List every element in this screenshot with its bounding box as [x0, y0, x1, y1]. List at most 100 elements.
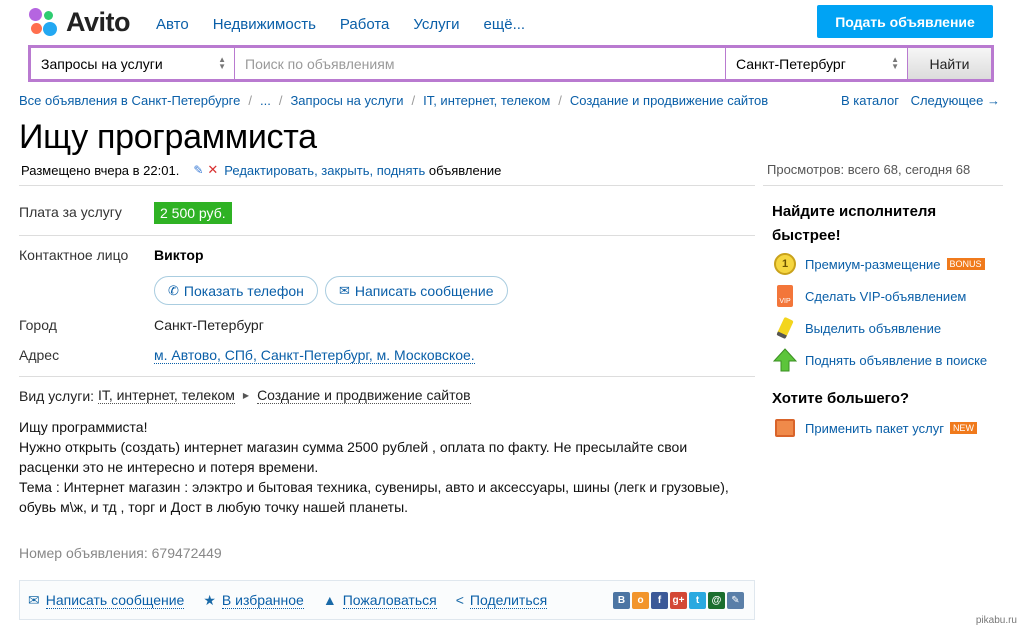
nav-item-realty[interactable]: Недвижимость: [213, 16, 316, 33]
action-favorite[interactable]: ★ В избранное: [203, 592, 304, 609]
breadcrumb-item[interactable]: IT, интернет, телеком: [423, 93, 550, 108]
facebook-icon[interactable]: f: [651, 592, 668, 609]
service-subkind-link[interactable]: Создание и продвижение сайтов: [257, 387, 471, 404]
post-ad-button[interactable]: Подать объявление: [817, 5, 993, 38]
price-badge: 2 500 руб.: [154, 202, 232, 224]
ad-description: Ищу программиста! Нужно открыть (создать…: [19, 417, 749, 517]
breadcrumb-item[interactable]: Все объявления в Санкт-Петербурге: [19, 93, 240, 108]
logo-text: Avito: [66, 6, 131, 37]
category-select[interactable]: Запросы на услуги ▲ ▼: [31, 48, 234, 79]
vip-icon: VIP: [773, 284, 797, 308]
service-kind-link[interactable]: IT, интернет, телеком: [97, 387, 235, 404]
close-x-icon: ✕: [207, 162, 219, 177]
action-complain[interactable]: ▲ Пожаловаться: [323, 592, 437, 609]
select-arrows-icon: ▲ ▼: [891, 55, 899, 71]
nav-item-jobs[interactable]: Работа: [340, 16, 390, 33]
show-phone-button[interactable]: ✆ Показать телефон: [154, 276, 318, 305]
breadcrumb-item[interactable]: ...: [260, 93, 271, 108]
promo-title: Найдите исполнителя быстрее!: [772, 200, 936, 248]
nav-item-auto[interactable]: Авто: [156, 16, 189, 33]
search-input[interactable]: [235, 48, 725, 79]
action-share[interactable]: < Поделиться: [456, 592, 548, 609]
avito-logo[interactable]: Avito: [28, 6, 131, 38]
package-link[interactable]: Применить пакет услуг NEW: [773, 416, 977, 440]
city-value: Санкт-Петербург: [154, 317, 264, 333]
vip-link[interactable]: VIP Сделать VIP-объявлением: [773, 284, 966, 308]
price-label: Плата за услугу: [19, 204, 122, 220]
raise-label: Поднять объявление в поиске: [805, 352, 988, 368]
description-line: Ищу программиста!: [19, 419, 148, 435]
contact-label: Контактное лицо: [19, 247, 129, 263]
action-share-label: Поделиться: [469, 591, 548, 609]
watermark: pikabu.ru: [975, 615, 1017, 626]
posted-info: Размещено вчера в 22:01. ✎ ✕ Редактирова…: [21, 162, 501, 178]
catalog-nav: В каталог Следующее →: [841, 93, 1008, 108]
find-button[interactable]: Найти: [908, 48, 991, 79]
search-bar: Запросы на услуги ▲▼ Санкт-Петербург ▲▼ …: [28, 45, 994, 82]
breadcrumb-item[interactable]: Запросы на услуги: [290, 93, 403, 108]
livejournal-icon[interactable]: ✎: [727, 592, 744, 609]
google-plus-icon[interactable]: g+: [670, 592, 687, 609]
address-label: Адрес: [19, 347, 60, 363]
highlighter-icon: [773, 316, 797, 340]
divider: [19, 235, 755, 236]
phone-icon: ✆: [168, 282, 179, 298]
posted-date: Размещено вчера в 22:01.: [21, 162, 180, 178]
page-title: Ищу программиста: [19, 118, 317, 156]
arrow-up-icon: [773, 348, 797, 372]
gift-box-icon: [773, 416, 797, 440]
address-link[interactable]: м. Автово, СПб, Санкт-Петербург, м. Моск…: [154, 347, 475, 364]
nav-item-more[interactable]: ещё...: [484, 16, 526, 33]
action-message[interactable]: ✉ Написать сообщение: [28, 591, 185, 609]
odnoklassniki-icon[interactable]: o: [632, 592, 649, 609]
promo-title-line: быстрее!: [772, 227, 841, 244]
twitter-icon[interactable]: t: [689, 592, 706, 609]
action-message-label: Написать сообщение: [45, 591, 185, 609]
social-buttons: Bo f g+ t @ ✎: [613, 592, 744, 609]
warning-icon: ▲: [322, 592, 337, 608]
category-select-value: Запросы на услуги: [41, 56, 163, 72]
next-ad-link[interactable]: Следующее →: [911, 93, 1000, 108]
breadcrumb-item[interactable]: Создание и продвижение сайтов: [570, 93, 768, 108]
city-select[interactable]: Санкт-Петербург ▲ ▼: [726, 48, 907, 79]
more-title: Хотите большего?: [772, 390, 910, 407]
edit-ad-link[interactable]: Редактировать, закрыть, поднять: [224, 163, 425, 178]
views-counter: Просмотров: всего 68, сегодня 68: [767, 162, 971, 177]
premium-placement-link[interactable]: 1 Премиум-размещение BONUS: [773, 252, 985, 276]
raise-link[interactable]: Поднять объявление в поиске: [773, 348, 987, 372]
premium-label: Премиум-размещение: [805, 256, 941, 272]
divider: [763, 185, 1003, 186]
service-kind: Вид услуги: IT, интернет, телеком ▶ Созд…: [19, 387, 471, 404]
catalog-link[interactable]: В каталог: [841, 93, 899, 108]
bonus-badge: BONUS: [946, 258, 985, 270]
show-phone-label: Показать телефон: [183, 282, 304, 299]
write-message-label: Написать сообщение: [354, 282, 494, 299]
new-badge: NEW: [949, 422, 977, 434]
city-label: Город: [19, 317, 57, 333]
ad-number: Номер объявления: 679472449: [19, 545, 222, 561]
envelope-icon: ✉: [339, 282, 350, 298]
top-nav: Авто Недвижимость Работа Услуги ещё...: [156, 16, 549, 33]
vk-icon[interactable]: B: [613, 592, 630, 609]
service-kind-label: Вид услуги:: [19, 387, 95, 404]
description-line: Тема : Интернет магазин : элэктро и быто…: [19, 479, 729, 515]
divider: [19, 376, 755, 377]
mail-ru-icon[interactable]: @: [708, 592, 725, 609]
edit-ad-suffix: объявление: [428, 162, 502, 178]
highlight-label: Выделить объявление: [805, 320, 942, 336]
write-message-button[interactable]: ✉ Написать сообщение: [325, 276, 508, 305]
promo-title-line: Найдите исполнителя: [772, 203, 937, 220]
star-icon: ★: [203, 591, 216, 608]
triangle-right-icon: ▶: [242, 391, 250, 400]
select-arrows-icon: ▲ ▼: [218, 55, 226, 71]
highlight-link[interactable]: Выделить объявление: [773, 316, 941, 340]
vip-label: Сделать VIP-объявлением: [805, 288, 967, 304]
nav-item-services[interactable]: Услуги: [413, 16, 459, 33]
edit-pencil-icon: ✎: [193, 163, 204, 177]
description-line: Нужно открыть (создать) интернет магазин…: [19, 439, 688, 475]
package-label: Применить пакет услуг: [805, 420, 944, 436]
logo-dots-icon: [28, 6, 60, 38]
actions-bar: ✉ Написать сообщение ★ В избранное ▲ Пож…: [19, 580, 755, 620]
envelope-icon: ✉: [28, 591, 40, 608]
action-favorite-label: В избранное: [221, 591, 304, 609]
